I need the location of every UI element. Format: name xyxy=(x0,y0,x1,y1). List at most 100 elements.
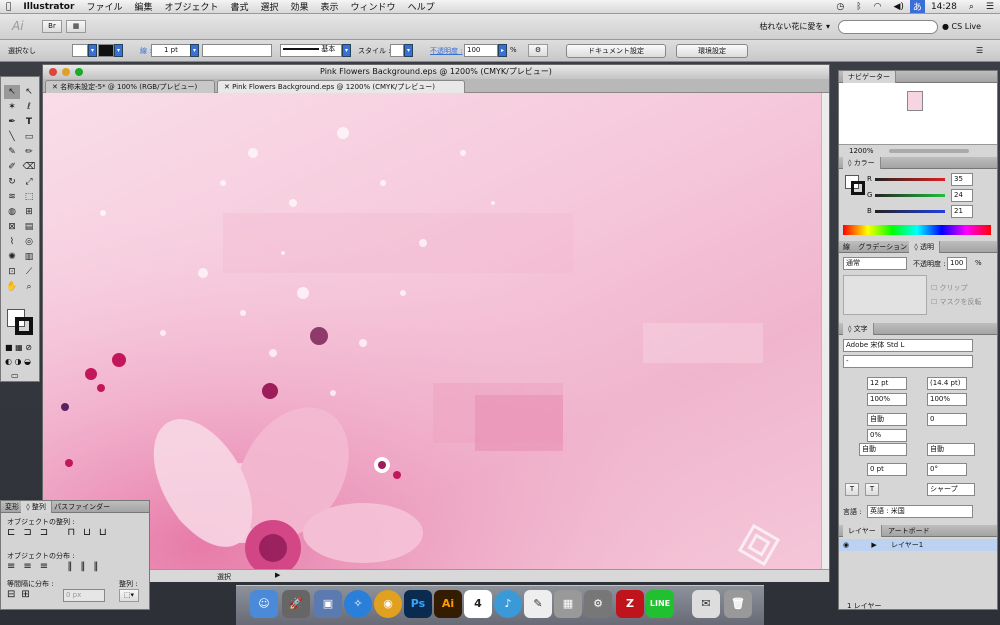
screen-mode-icon[interactable]: ▭ xyxy=(11,371,19,380)
opacity-input[interactable]: 100 xyxy=(464,44,498,57)
transparency-opacity-input[interactable]: 100 xyxy=(947,257,967,270)
artwork-canvas[interactable] xyxy=(43,93,821,569)
chrome-icon[interactable]: ◉ xyxy=(374,590,402,618)
document-setup-button[interactable]: ドキュメント設定 xyxy=(566,44,666,58)
character-rotation-input[interactable]: 0° xyxy=(927,463,967,476)
help-search-input[interactable] xyxy=(838,20,938,34)
filezilla-icon[interactable]: Z xyxy=(616,590,644,618)
navigator-preview[interactable] xyxy=(839,83,997,145)
bridge-button[interactable]: Br xyxy=(42,20,62,33)
tab-layers[interactable]: レイヤー xyxy=(843,525,882,537)
calculator-icon[interactable]: ▦ xyxy=(554,590,582,618)
font-family-select[interactable]: Adobe 宋体 Std L xyxy=(843,339,973,352)
preview-icon[interactable]: ▣ xyxy=(314,590,342,618)
aki-right-select[interactable]: 自動 xyxy=(927,443,975,456)
vertical-scrollbar[interactable] xyxy=(821,93,829,569)
illustrator-icon[interactable]: Ai xyxy=(434,590,462,618)
color-stroke-box[interactable] xyxy=(851,181,865,195)
tab-navigator[interactable]: ナビゲーター xyxy=(843,71,896,83)
menu-type[interactable]: 書式 xyxy=(224,0,254,13)
graphic-style-dropdown[interactable]: ▾ xyxy=(404,44,413,57)
itunes-icon[interactable]: ♪ xyxy=(494,590,522,618)
fill-swatch[interactable] xyxy=(72,44,88,57)
tab-transform[interactable]: 変形 xyxy=(5,503,19,511)
tab-artboards[interactable]: アートボード xyxy=(888,527,930,535)
status-arrow-icon[interactable]: ▶ xyxy=(275,571,280,579)
tab-align[interactable]: ◊ 整列 xyxy=(21,501,52,513)
paintbrush-icon[interactable]: ✎ xyxy=(4,145,20,159)
free-transform-icon[interactable]: ⬚ xyxy=(21,190,37,204)
wifi-icon[interactable]: ◠ xyxy=(868,2,888,12)
opacity-dropdown[interactable]: ▸ xyxy=(498,44,507,57)
layer-row[interactable]: ◉ ▶ レイヤー1 xyxy=(839,539,997,551)
panel-menu-icon[interactable]: ☰ xyxy=(976,46,983,55)
spotlight-icon[interactable]: ⌕ xyxy=(963,2,980,12)
stroke-color-box[interactable] xyxy=(15,317,33,335)
warp-tool-icon[interactable]: ≋ xyxy=(4,190,20,204)
eyedropper-icon[interactable]: ⌇ xyxy=(4,235,20,249)
close-button-icon[interactable] xyxy=(49,68,57,76)
stroke-weight-dropdown[interactable]: ▾ xyxy=(190,44,199,57)
mesh-tool-icon[interactable]: ⊠ xyxy=(4,220,20,234)
arrange-documents-button[interactable]: ▦ xyxy=(66,20,86,33)
menu-select[interactable]: 選択 xyxy=(255,0,285,13)
timemachine-icon[interactable]: ◷ xyxy=(830,2,850,12)
visibility-eye-icon[interactable]: ◉ xyxy=(843,541,849,549)
leading-input[interactable]: (14.4 pt) xyxy=(927,377,967,390)
column-graph-icon[interactable]: ▥ xyxy=(21,250,37,264)
navigator-zoom[interactable]: 1200% xyxy=(849,147,873,155)
r-input[interactable]: 35 xyxy=(951,173,973,186)
stroke-swatch[interactable] xyxy=(98,44,114,57)
distribute-object-buttons[interactable]: ≡≡≡ ‖‖‖ xyxy=(7,561,106,572)
spacing-buttons[interactable]: ⊟⊞ xyxy=(7,589,36,600)
clock[interactable]: 14:28 xyxy=(925,2,963,12)
launchpad-icon[interactable]: 🚀 xyxy=(282,590,310,618)
magic-wand-icon[interactable]: ✶ xyxy=(4,100,20,114)
mail-icon[interactable]: ✉ xyxy=(692,590,720,618)
volume-icon[interactable]: ◀) xyxy=(887,2,909,12)
menu-help[interactable]: ヘルプ xyxy=(402,0,441,13)
opacity-label[interactable]: 不透明度 : xyxy=(430,46,463,56)
symbol-sprayer-icon[interactable]: ✺ xyxy=(4,250,20,264)
clip-checkbox[interactable]: ☐ クリップ xyxy=(931,283,968,293)
eraser-icon[interactable]: ⌫ xyxy=(21,160,37,174)
scale-tool-icon[interactable]: ⤢ xyxy=(21,175,37,189)
g-input[interactable]: 24 xyxy=(951,189,973,202)
blend-tool-icon[interactable]: ◎ xyxy=(21,235,37,249)
status-tool[interactable]: 選択 xyxy=(217,572,231,582)
graphic-style-swatch[interactable] xyxy=(390,44,404,57)
tab-character[interactable]: ◊ 文字 xyxy=(843,323,874,335)
baseline-shift-input[interactable]: 0 pt xyxy=(867,463,907,476)
rotate-tool-icon[interactable]: ↻ xyxy=(4,175,20,189)
spacing-input[interactable]: 0 px xyxy=(63,589,105,602)
tsume-input[interactable]: 0% xyxy=(867,429,907,442)
calendar-icon[interactable]: 4 xyxy=(464,590,492,618)
app-menu[interactable]: Illustrator xyxy=(17,2,80,12)
draw-mode-icons[interactable]: ◐ ◑ ◒ xyxy=(5,357,31,366)
perspective-grid-icon[interactable]: ⊞ xyxy=(21,205,37,219)
tcy-button[interactable]: T xyxy=(845,483,859,496)
menu-object[interactable]: オブジェクト xyxy=(158,0,224,13)
font-style-select[interactable]: - xyxy=(843,355,973,368)
ime-indicator[interactable]: あ xyxy=(909,0,925,13)
selection-tool-icon[interactable]: ↖ xyxy=(4,85,20,99)
expand-arrow-icon[interactable]: ▶ xyxy=(871,541,876,549)
minimize-button-icon[interactable] xyxy=(62,68,70,76)
menu-view[interactable]: 表示 xyxy=(315,0,345,13)
recolor-artwork-button[interactable]: ⚙ xyxy=(528,44,548,57)
pencil-icon[interactable]: ✏ xyxy=(21,145,37,159)
tab-pink-flowers[interactable]: ✕ Pink Flowers Background.eps @ 1200% (C… xyxy=(217,80,465,93)
antialias-select[interactable]: シャープ xyxy=(927,483,975,496)
artboard-tool-icon[interactable]: ⊡ xyxy=(4,265,20,279)
aki-left-select[interactable]: 自動 xyxy=(859,443,907,456)
tab-untitled[interactable]: ✕ 名称未設定-5* @ 100% (RGB/プレビュー) xyxy=(45,80,215,93)
color-spectrum[interactable] xyxy=(843,225,991,235)
gradient-tool-icon[interactable]: ▤ xyxy=(21,220,37,234)
apple-icon[interactable]:  xyxy=(0,2,17,12)
lasso-icon[interactable]: ℓ xyxy=(21,100,37,114)
tab-transparency[interactable]: ◊ 透明 xyxy=(909,241,941,253)
menu-file[interactable]: ファイル xyxy=(80,0,128,13)
preferences-button[interactable]: 環境設定 xyxy=(676,44,748,58)
tab-gradient[interactable]: グラデーション xyxy=(858,243,907,251)
b-input[interactable]: 21 xyxy=(951,205,973,218)
